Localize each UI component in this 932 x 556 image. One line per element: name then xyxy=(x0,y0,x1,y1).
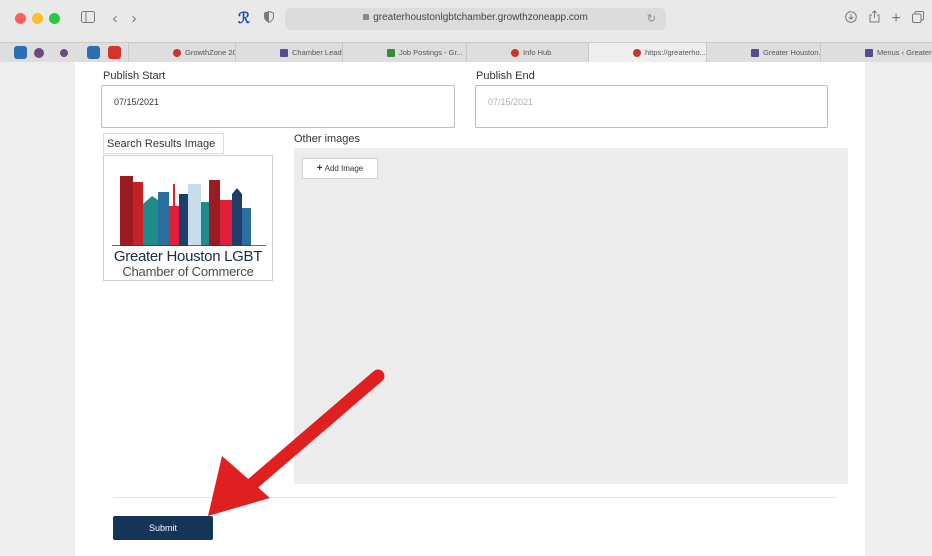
browser-tab[interactable]: Greater Houston... xyxy=(706,43,820,63)
browser-tab[interactable]: Job Postings - Gr... xyxy=(342,43,466,63)
publish-start-value: 07/15/2021 xyxy=(114,97,160,107)
browser-toolbar: ‹ › ℛ greaterhoustonlgbtchamber.growthzo… xyxy=(0,0,932,42)
red-arrow-annotation xyxy=(208,369,385,516)
reload-icon[interactable]: ↻ xyxy=(647,12,656,25)
publish-end-label: Publish End xyxy=(476,70,535,82)
add-image-button[interactable]: + Add Image xyxy=(302,158,378,179)
address-bar[interactable]: greaterhoustonlgbtchamber.growthzoneapp.… xyxy=(285,8,666,30)
search-results-image-label: Search Results Image xyxy=(103,133,224,154)
browser-chrome: ‹ › ℛ greaterhoustonlgbtchamber.growthzo… xyxy=(0,0,932,63)
chamber-skyline-logo xyxy=(112,176,266,246)
sidebar-toggle-icon[interactable] xyxy=(78,9,98,29)
plus-icon: + xyxy=(316,163,323,174)
submit-button[interactable]: Submit xyxy=(113,516,213,540)
browser-tab[interactable]: Menus ‹ Greater... xyxy=(820,43,932,63)
tab-overview-icon[interactable] xyxy=(910,9,926,29)
publish-start-input[interactable]: 07/15/2021 xyxy=(101,85,455,128)
share-icon[interactable] xyxy=(866,9,882,29)
lock-icon xyxy=(363,14,370,21)
minimize-window-button[interactable] xyxy=(32,13,43,24)
tab-bar: GrowthZone 2021 Chamber Leaders... Job P… xyxy=(0,42,932,63)
privacy-shield-icon[interactable] xyxy=(262,9,276,29)
publish-end-input[interactable]: 07/15/2021 xyxy=(475,85,828,128)
browser-tab[interactable]: GrowthZone 2021 xyxy=(128,43,235,63)
extension-icon[interactable]: ℛ xyxy=(236,9,252,29)
site-favicon xyxy=(280,49,288,58)
growthzone-favicon xyxy=(173,49,181,58)
growthzone-favicon xyxy=(633,49,641,58)
pinned-tab-adobe-icon[interactable] xyxy=(108,46,121,59)
browser-tab[interactable]: Chamber Leaders... xyxy=(235,43,342,63)
site-favicon xyxy=(387,49,395,58)
new-tab-icon[interactable]: + xyxy=(889,9,903,29)
publish-start-label: Publish Start xyxy=(103,70,166,82)
growthzone-favicon xyxy=(511,49,519,58)
site-favicon xyxy=(751,49,759,58)
browser-tab[interactable]: Info Hub xyxy=(466,43,588,63)
url-text: greaterhoustonlgbtchamber.growthzoneapp.… xyxy=(373,12,588,23)
zoom-window-button[interactable] xyxy=(49,13,60,24)
browser-tab-active[interactable]: https://greaterho... xyxy=(588,43,706,63)
back-icon[interactable]: ‹ xyxy=(108,9,122,29)
forward-icon[interactable]: › xyxy=(127,9,141,29)
publish-end-value: 07/15/2021 xyxy=(488,97,534,107)
downloads-icon[interactable] xyxy=(843,9,859,29)
other-images-label: Other images xyxy=(294,133,361,145)
pinned-tab-icon[interactable] xyxy=(60,49,68,57)
pinned-tab-linkedin-icon[interactable] xyxy=(14,46,27,59)
close-window-button[interactable] xyxy=(15,13,26,24)
logo-text-line1: Greater Houston LGBT xyxy=(113,248,263,265)
search-results-image[interactable]: Greater Houston LGBT Chamber of Commerce xyxy=(103,155,273,281)
pinned-tab-linkedin-icon[interactable] xyxy=(87,46,100,59)
page-content: Publish Start 07/15/2021 Publish End 07/… xyxy=(0,62,932,556)
logo-text-line2: Chamber of Commerce xyxy=(122,264,254,279)
site-favicon xyxy=(865,49,873,58)
pinned-tab-icon[interactable] xyxy=(34,48,44,58)
